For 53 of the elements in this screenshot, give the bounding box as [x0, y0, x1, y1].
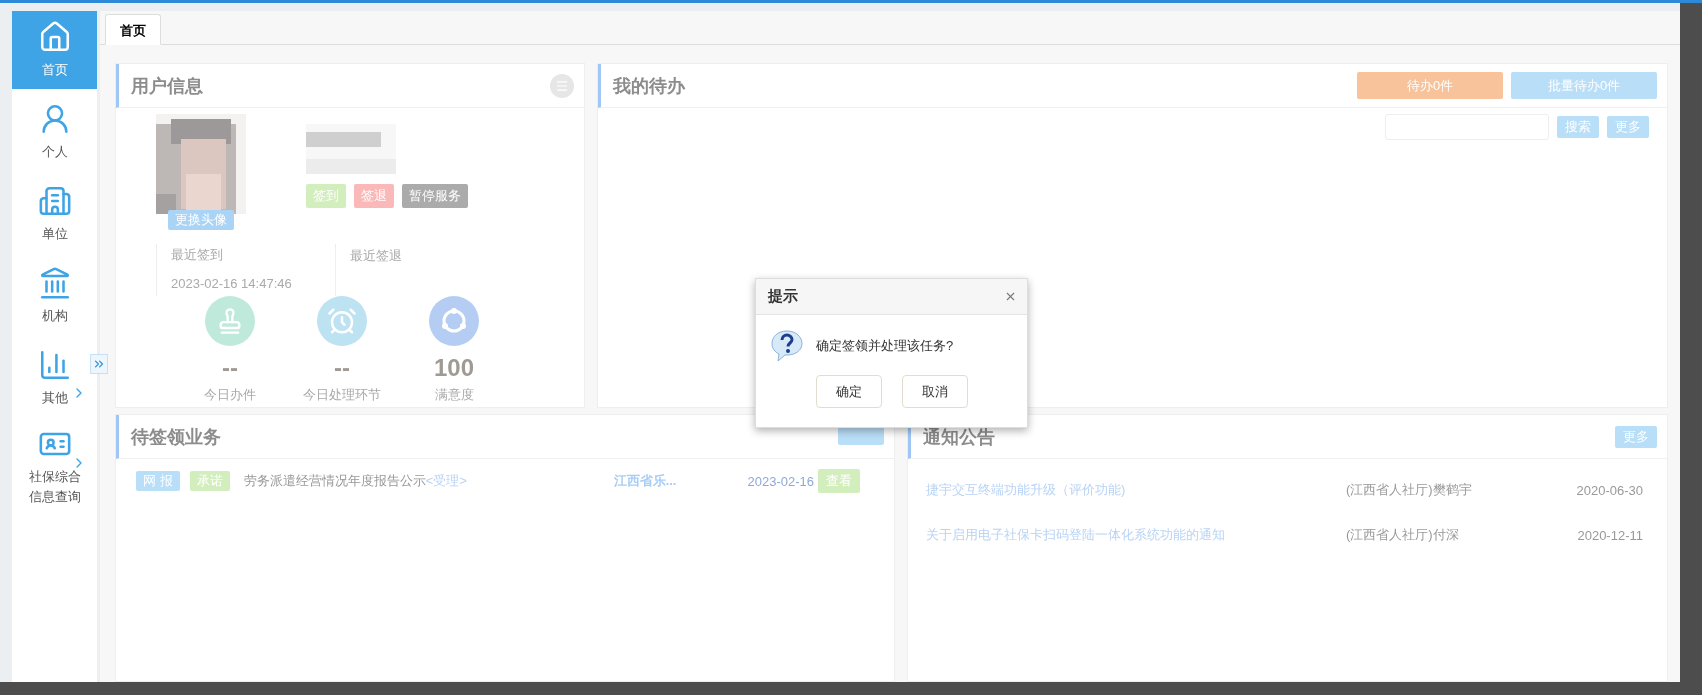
notice-publisher: (江西省人社厅)樊鹤宇 [1346, 481, 1473, 499]
tag: 承诺 [189, 471, 230, 491]
double-chevron-icon [92, 357, 106, 371]
stat-value: 100 [433, 353, 474, 382]
notice-publisher: (江西省人社厅)付深 [1346, 526, 1460, 544]
task-org: 江西省乐... [613, 472, 678, 490]
sidebar-item[interactable]: 其他 [12, 339, 97, 417]
dialog-message: 确定签领并处理该任务? [816, 337, 954, 355]
building-icon [37, 184, 72, 218]
more-button[interactable]: 更多 [1607, 116, 1649, 138]
notice-date: 2020-12-11 [1577, 527, 1643, 543]
panel-title: 用户信息 [131, 74, 203, 98]
dialog-title: 提示 [768, 287, 798, 306]
stat-label: 今日处理环节 [303, 386, 381, 404]
panel-title: 通知公告 [923, 425, 995, 449]
sidebar-item[interactable]: 单位 [12, 175, 97, 253]
notice-link[interactable]: 捷宇交互终端功能升级（评价功能) [926, 481, 1346, 499]
notice-date: 2020-06-30 [1576, 482, 1643, 498]
task-date: 2023-02-16 [747, 473, 814, 489]
field-label: 最近签到 [171, 246, 224, 264]
stat-label: 今日办件 [204, 386, 256, 404]
search-button[interactable]: 搜索 [1557, 116, 1599, 138]
todo-count-button[interactable]: 批量待办0件 [1511, 72, 1657, 99]
more-button[interactable]: 更多 [1615, 425, 1657, 448]
alarm-clock-icon [327, 306, 357, 336]
stat-label: 满意度 [434, 386, 474, 404]
change-avatar-button[interactable]: 更换头像 [168, 210, 234, 230]
menu-icon [555, 78, 569, 93]
tag: 网 报 [136, 471, 180, 491]
tab[interactable]: 首页 [105, 14, 161, 45]
dialog-button[interactable]: 取消 [901, 375, 968, 408]
close-icon[interactable] [1004, 290, 1017, 303]
panel-title: 我的待办 [613, 74, 685, 98]
todo-count-button[interactable]: 待办0件 [1357, 72, 1503, 99]
action-button[interactable]: 签到 [306, 184, 346, 208]
question-icon [770, 329, 804, 363]
sidebar-item[interactable]: 社保综合信息查询 [12, 421, 97, 513]
task-link[interactable]: <受理> [425, 472, 467, 490]
task-title: 劳务派遣经营情况年度报告公示 [243, 472, 426, 490]
sidebar-item[interactable]: 首页 [12, 11, 97, 89]
action-button[interactable]: 暂停服务 [402, 184, 468, 208]
sign-in-time: 2023-02-16 14:47:46 [171, 276, 293, 291]
stat-value: -- [222, 353, 238, 382]
sidebar-item[interactable]: 机构 [12, 257, 97, 335]
expand-button[interactable] [90, 354, 108, 374]
dialog-button[interactable]: 确定 [815, 375, 882, 408]
menu-button[interactable] [550, 73, 574, 98]
panel-title: 待签领业务 [131, 425, 221, 449]
action-button[interactable]: 签退 [354, 184, 394, 208]
sidebar-item[interactable]: 个人 [12, 93, 97, 171]
field-label: 最近签退 [350, 248, 402, 263]
stat-value: -- [334, 353, 350, 382]
view-button[interactable]: 查看 [818, 469, 860, 493]
